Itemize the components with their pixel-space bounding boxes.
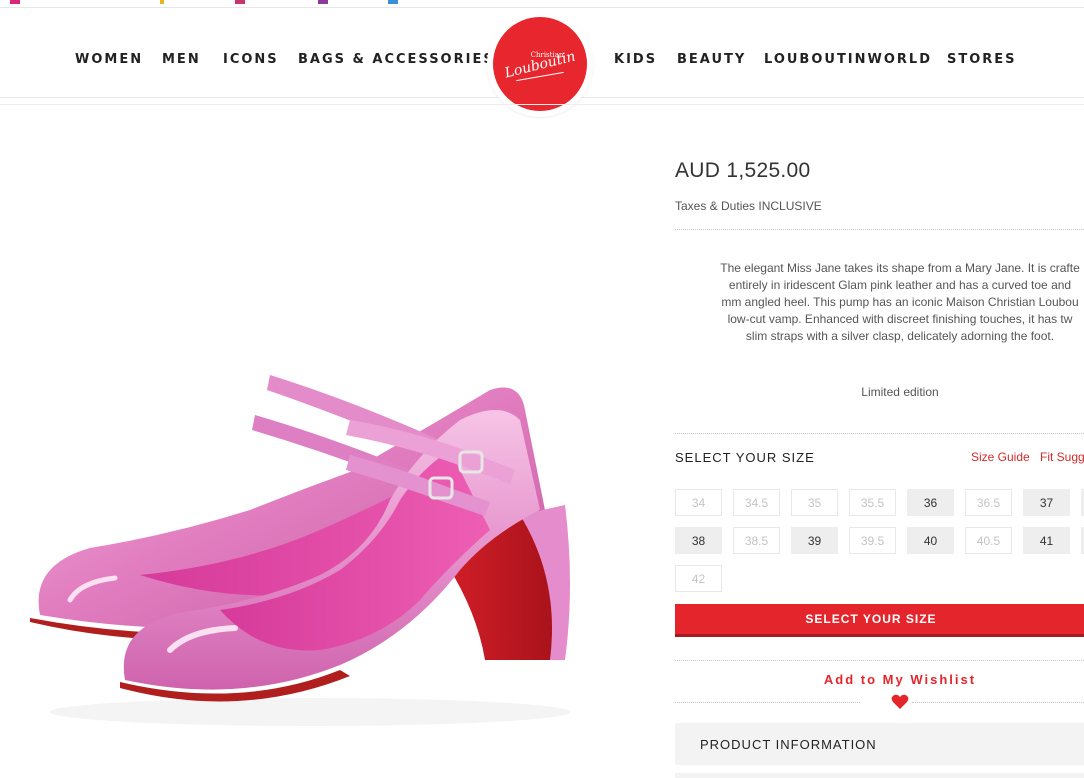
main-header: WOMEN MEN ICONS BAGS & ACCESSORIES Chris… — [0, 8, 1084, 117]
divider — [675, 660, 1084, 661]
size-guide-link[interactable]: Size Guide — [971, 450, 1030, 464]
social-icon[interactable] — [388, 0, 398, 4]
product-description: The elegant Miss Jane takes its shape fr… — [690, 260, 1084, 345]
nav-women[interactable]: WOMEN — [75, 52, 143, 67]
product-information-accordion[interactable]: PRODUCT INFORMATION — [675, 723, 1084, 765]
taxes-note: Taxes & Duties INCLUSIVE — [675, 199, 822, 213]
description-line: mm angled heel. This pump has an iconic … — [721, 295, 1079, 309]
social-icon[interactable] — [10, 0, 20, 4]
nav-louboutinworld[interactable]: LOUBOUTINWORLD — [764, 52, 932, 67]
size-option[interactable]: 40.5 — [965, 527, 1012, 554]
divider — [912, 702, 1084, 703]
social-strip — [0, 0, 1084, 8]
description-line: entirely in iridescent Glam pink leather… — [728, 278, 1072, 292]
size-option[interactable]: 42 — [675, 565, 722, 592]
size-option[interactable]: 36.5 — [965, 489, 1012, 516]
description-line: slim straps with a silver clasp, delicat… — [745, 329, 1055, 343]
header-divider — [0, 104, 1084, 105]
social-icon[interactable] — [235, 0, 245, 4]
nav-men[interactable]: MEN — [162, 52, 201, 67]
product-information-label: PRODUCT INFORMATION — [700, 737, 877, 752]
brand-logo-link[interactable]: Christian Louboutin — [487, 11, 593, 117]
divider — [675, 229, 1084, 230]
social-icon[interactable] — [318, 0, 328, 4]
heart-icon[interactable] — [891, 694, 909, 710]
size-option[interactable]: 39 — [791, 527, 838, 554]
nav-bags-accessories[interactable]: BAGS & ACCESSORIES — [298, 52, 495, 67]
brand-logo: Christian Louboutin — [493, 17, 587, 111]
nav-kids[interactable]: KIDS — [614, 52, 657, 67]
fit-suggestion-link[interactable]: Fit Sugg — [1040, 450, 1084, 464]
limited-edition-label: Limited edition — [861, 385, 939, 399]
size-option[interactable]: 41 — [1023, 527, 1070, 554]
next-accordion[interactable] — [675, 773, 1084, 778]
size-option[interactable]: 34 — [675, 489, 722, 516]
description-line: low-cut vamp. Enhanced with discreet fin… — [727, 312, 1073, 326]
select-size-button-label: SELECT YOUR SIZE — [805, 612, 937, 626]
divider — [675, 433, 1084, 434]
size-option[interactable]: 34.5 — [733, 489, 780, 516]
nav-beauty[interactable]: BEAUTY — [677, 52, 746, 67]
divider — [675, 702, 860, 703]
size-option[interactable]: 38.5 — [733, 527, 780, 554]
size-option[interactable]: 38 — [675, 527, 722, 554]
description-line: The elegant Miss Jane takes its shape fr… — [720, 261, 1080, 275]
size-option[interactable]: 36 — [907, 489, 954, 516]
product-price: AUD 1,525.00 — [675, 159, 811, 182]
size-option[interactable]: 37 — [1023, 489, 1070, 516]
select-size-title: SELECT YOUR SIZE — [675, 450, 815, 465]
size-option[interactable]: 40 — [907, 527, 954, 554]
size-option[interactable]: 35.5 — [849, 489, 896, 516]
social-icon[interactable] — [160, 0, 164, 4]
nav-stores[interactable]: STORES — [947, 52, 1017, 67]
nav-icons[interactable]: ICONS — [223, 52, 279, 67]
product-image[interactable] — [20, 360, 580, 730]
size-option[interactable]: 39.5 — [849, 527, 896, 554]
add-to-wishlist-link[interactable]: Add to My Wishlist — [675, 672, 1084, 687]
size-option[interactable]: 35 — [791, 489, 838, 516]
select-size-button[interactable]: SELECT YOUR SIZE — [675, 604, 1084, 637]
